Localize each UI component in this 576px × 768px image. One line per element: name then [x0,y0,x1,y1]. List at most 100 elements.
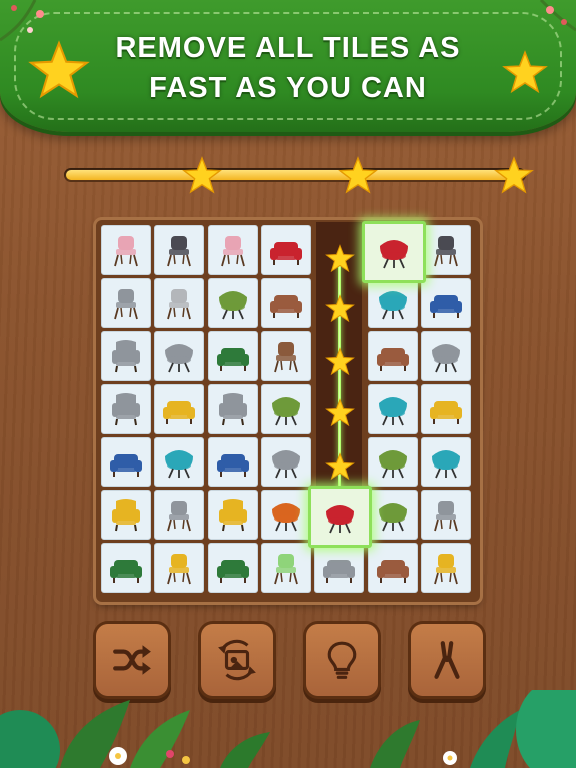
hint-button[interactable] [306,624,378,696]
tile-brown-leather-armchair[interactable] [367,331,418,381]
tile-red-egg-chair[interactable] [308,486,373,548]
red-armchair-icon [269,242,302,265]
tile-gray-sofa[interactable] [314,543,365,593]
tile-red-armchair[interactable] [260,225,311,275]
yellow-chair-icon [167,554,192,585]
gray-wingback-icon [218,393,247,426]
path-star-icon [325,452,355,481]
tile-teal-lounge-chair[interactable] [367,384,418,434]
tile-green-egg-chair[interactable] [260,384,311,434]
yellow-chair-icon [433,554,458,585]
green-egg-chair-icon [218,291,247,320]
yellow-wingback-icon [112,499,140,532]
tile-pink-chair[interactable] [101,225,151,275]
teal-egg-chair-icon [378,291,407,320]
undo-tile-icon [218,639,256,681]
tile-gray-chair[interactable] [154,490,205,540]
tile-gray-tulip-chair[interactable] [154,331,205,381]
tile-gray-tulip-chair[interactable] [420,331,471,381]
tile-green-egg-chair[interactable] [367,437,418,487]
tile-blue-armchair[interactable] [101,437,151,487]
red-egg-chair-icon [326,505,355,534]
tile-teal-egg-chair[interactable] [154,437,205,487]
gray-tulip-chair-icon [431,344,460,373]
tile-yellow-chair[interactable] [420,543,471,593]
tile-red-egg-chair[interactable] [361,221,426,283]
gray-sofa-icon [323,560,356,583]
tile-pink-chair[interactable] [207,225,258,275]
tile-gray-tweed-chair[interactable] [154,278,205,328]
shuffle-button[interactable] [96,624,168,696]
gray-tulip-chair-icon [271,450,300,479]
tile-gray-wingback[interactable] [207,384,258,434]
banner-line-1: REMOVE ALL TILES AS [115,32,461,64]
teal-egg-chair-icon [431,450,460,479]
tile-teal-egg-chair[interactable] [367,278,418,328]
tile-charcoal-chair[interactable] [154,225,205,275]
teal-lounge-chair-icon [378,397,407,426]
tile-gray-chair[interactable] [101,278,151,328]
tile-yellow-chair[interactable] [154,543,205,593]
yellow-armchair-icon [163,401,196,424]
flower-vine-decoration [0,0,44,42]
shuffle-icon [113,645,151,675]
teal-egg-chair-icon [165,450,194,479]
tile-yellow-armchair[interactable] [420,384,471,434]
yellow-armchair-icon [429,401,462,424]
tile-teal-egg-chair[interactable] [420,437,471,487]
tile-charcoal-chair[interactable] [420,225,471,275]
progress-bar [64,168,526,182]
tile-yellow-wingback[interactable] [101,490,151,540]
blue-armchair-icon [110,454,142,477]
tile-blue-armchair[interactable] [420,278,471,328]
mint-chair-icon [274,554,298,585]
tile-brown-wood-chair[interactable] [260,331,311,381]
green-egg-chair-icon [378,503,407,532]
path-star-icon [325,294,355,323]
pink-chair-icon [220,236,245,267]
tile-gray-chair[interactable] [420,490,471,540]
tile-green-club-chair[interactable] [207,543,258,593]
banner-line-2: FAST AS YOU CAN [149,72,427,104]
tile-brown-leather-armchair[interactable] [260,278,311,328]
tile-gray-tulip-chair[interactable] [260,437,311,487]
tile-yellow-armchair[interactable] [154,384,205,434]
brown-wood-chair-icon [274,342,298,373]
tile-yellow-wingback[interactable] [207,490,258,540]
progress-star-icon [182,156,222,194]
flower-vine-decoration [539,0,576,32]
charcoal-chair-icon [433,236,458,267]
tile-orange-shell-chair[interactable] [260,490,311,540]
tile-gray-wingback[interactable] [101,331,151,381]
blue-armchair-icon [429,295,462,318]
undo-button[interactable] [201,624,273,696]
tile-green-club-chair[interactable] [207,331,258,381]
blue-armchair-icon [216,454,249,477]
brown-leather-armchair-icon [376,348,409,371]
green-egg-chair-icon [378,450,407,479]
yellow-wingback-icon [218,499,247,532]
green-club-chair-icon [110,560,142,583]
brown-leather-armchair-icon [376,560,409,583]
gray-tweed-chair-icon [167,289,192,320]
foliage-decoration [0,690,576,768]
gray-chair-icon [433,501,458,532]
gray-wingback-icon [112,340,140,373]
tile-green-egg-chair[interactable] [367,490,418,540]
tile-gray-wingback[interactable] [101,384,151,434]
gray-tulip-chair-icon [165,344,194,373]
gray-chair-icon [167,501,192,532]
lightbulb-icon [327,641,357,679]
tile-mint-chair[interactable] [260,543,311,593]
tile-green-egg-chair[interactable] [207,278,258,328]
tile-green-club-chair[interactable] [101,543,151,593]
orange-shell-chair-icon [271,503,300,532]
tile-brown-leather-armchair[interactable] [367,543,418,593]
path-star-icon [325,244,355,273]
tile-blue-armchair[interactable] [207,437,258,487]
path-star-icon [325,398,355,427]
green-egg-chair-icon [271,397,300,426]
remove-button[interactable] [411,624,483,696]
progress-fill [66,170,511,180]
green-club-chair-icon [216,348,249,371]
